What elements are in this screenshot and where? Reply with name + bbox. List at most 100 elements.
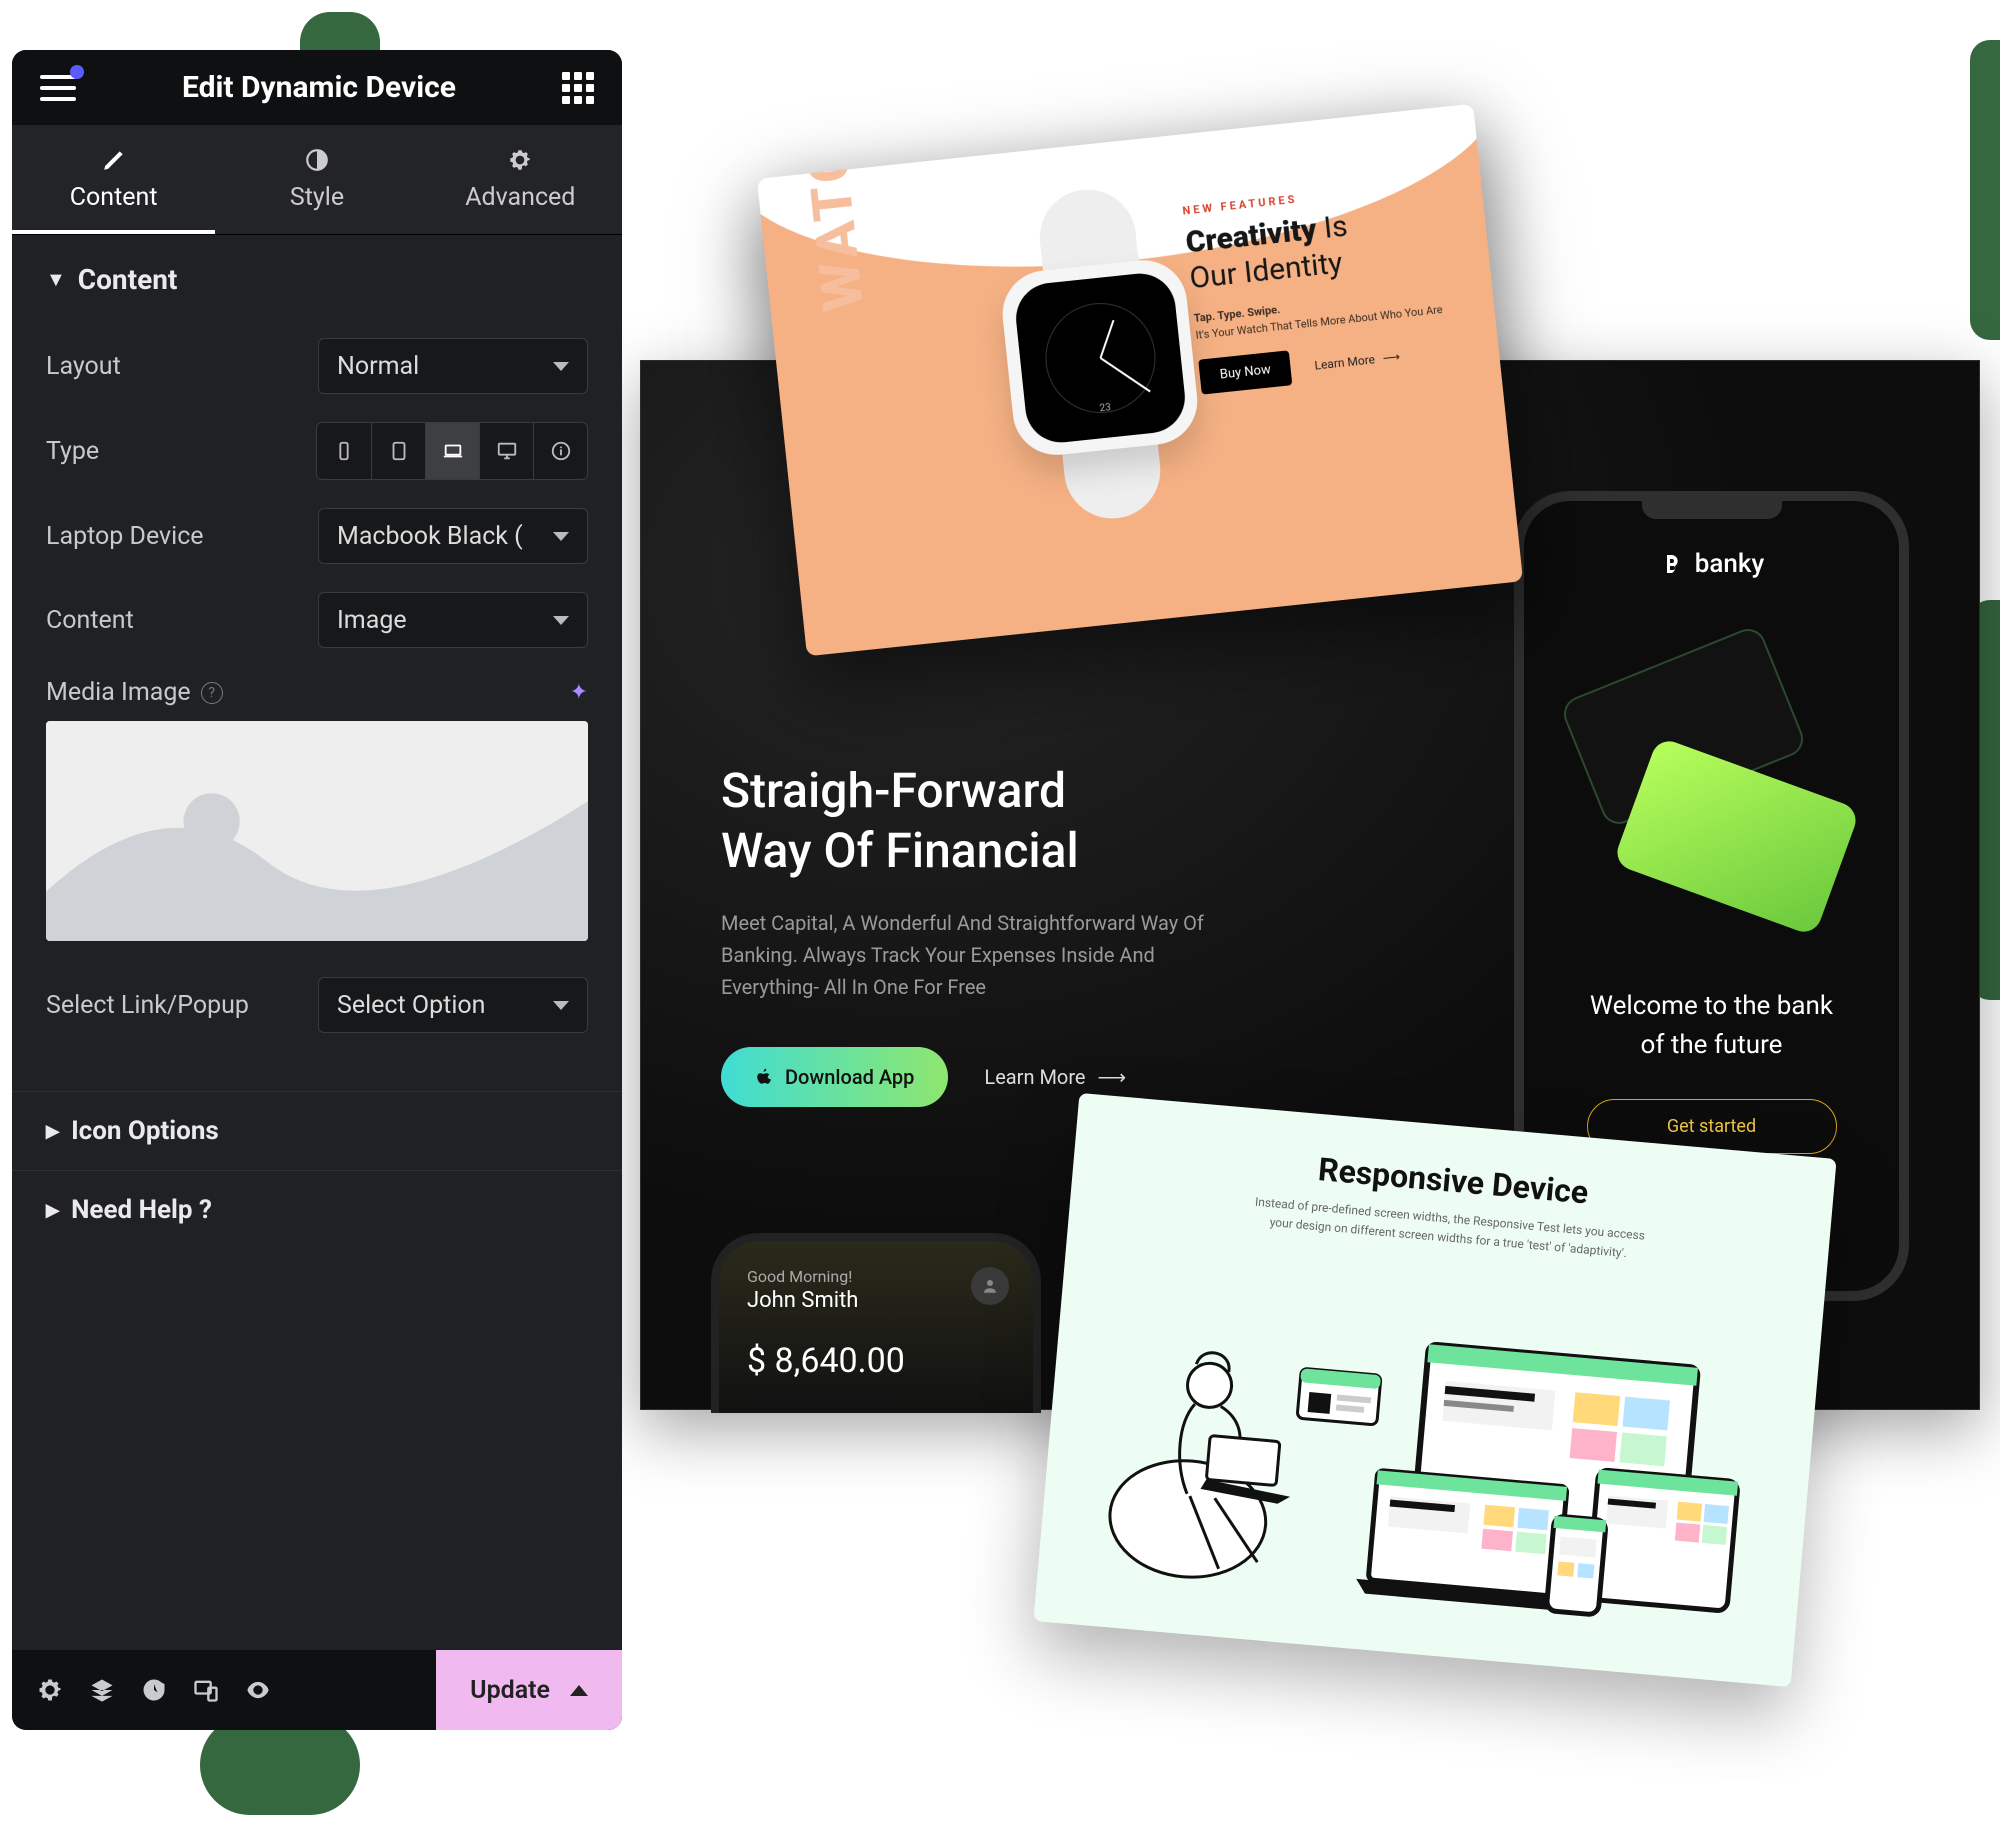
device-type-toggle [316, 422, 588, 480]
learn-more-link[interactable]: Learn More ⟶ [1314, 349, 1401, 372]
phone-notch [1642, 501, 1782, 519]
image-placeholder-icon [46, 721, 588, 941]
card-stack [1524, 619, 1899, 969]
laptop-device-select[interactable]: Macbook Black ( [318, 508, 588, 564]
row-laptop-device: Laptop Device Macbook Black ( [12, 494, 622, 578]
type-info-button[interactable] [533, 423, 587, 479]
tablet-icon [388, 440, 410, 462]
tab-label: Style [290, 183, 344, 212]
section-icon-options-header[interactable]: ▸ Icon Options [12, 1091, 622, 1170]
brand-name: banky [1695, 549, 1764, 579]
history-icon[interactable] [140, 1676, 168, 1704]
link-popup-select[interactable]: Select Option [318, 977, 588, 1033]
apps-grid-icon[interactable] [562, 72, 594, 104]
user-name: John Smith [747, 1288, 1005, 1313]
hero-title: Straigh-Forward Way Of Financial [721, 761, 1221, 881]
help-icon[interactable]: ? [201, 682, 223, 704]
chevron-down-icon [553, 616, 569, 625]
arrow-right-icon: ⟶ [1382, 349, 1401, 365]
chevron-down-icon [553, 362, 569, 371]
section-content-header[interactable]: ▼ Content [12, 235, 622, 324]
button-label: Update [470, 1676, 550, 1705]
row-label: Select Link/Popup [46, 991, 249, 1020]
row-select-link: Select Link/Popup Select Option [12, 963, 622, 1047]
balance-value: $ 8,640.00 [747, 1341, 1005, 1381]
select-value: Macbook Black ( [337, 522, 523, 551]
select-value: Select Option [337, 991, 485, 1020]
type-desktop-button[interactable] [479, 423, 533, 479]
content-select[interactable]: Image [318, 592, 588, 648]
watch-face: 23 [998, 256, 1201, 459]
type-mobile-button[interactable] [317, 423, 371, 479]
info-icon [550, 440, 572, 462]
tab-advanced[interactable]: Advanced [419, 125, 622, 234]
bank-card-green [1612, 736, 1860, 936]
row-type: Type [12, 408, 622, 494]
tabs: Content Style Advanced [12, 125, 622, 235]
update-button[interactable]: Update [436, 1650, 622, 1730]
panel-header: Edit Dynamic Device [12, 50, 622, 125]
preview-responsive-card: Responsive Device Instead of pre-defined… [1033, 1093, 1836, 1687]
hero-subtitle: Meet Capital, A Wonderful And Straightfo… [721, 907, 1221, 1003]
brand: banky [1524, 549, 1899, 579]
responsive-devices-illustration [1087, 1257, 1773, 1643]
decorative-blob [1970, 40, 2000, 340]
hero-section: Straigh-Forward Way Of Financial Meet Ca… [721, 761, 1221, 1107]
preview-phone-small: Good Morning! John Smith $ 8,640.00 [711, 1233, 1041, 1413]
laptop-icon [442, 440, 464, 462]
layout-select[interactable]: Normal [318, 338, 588, 394]
learn-more-link[interactable]: Learn More ⟶ [984, 1065, 1126, 1089]
buy-now-button[interactable]: Buy Now [1198, 350, 1292, 394]
desktop-icon [496, 440, 518, 462]
tab-label: Advanced [465, 183, 575, 212]
type-tablet-button[interactable] [371, 423, 425, 479]
brand-logo-icon [1659, 552, 1683, 576]
row-content: Content Image [12, 578, 622, 662]
notification-dot-icon [70, 65, 84, 79]
section-title: Need Help ? [71, 1195, 212, 1225]
download-app-button[interactable]: Download App [721, 1047, 948, 1107]
preview-eye-icon[interactable] [244, 1676, 272, 1704]
section-help-header[interactable]: ▸ Need Help ? [12, 1170, 622, 1249]
chevron-down-icon [553, 1001, 569, 1010]
contrast-icon [304, 147, 330, 173]
tab-content[interactable]: Content [12, 125, 215, 234]
caret-right-icon: ▸ [46, 1116, 59, 1146]
section-title: Content [78, 263, 178, 296]
preview-watch-card: WATCH 23 NEW FEATURES Creativity Is Our … [757, 104, 1523, 657]
pencil-icon [101, 147, 127, 173]
ai-sparkle-icon[interactable]: ✦ [570, 680, 588, 705]
row-media-image: Media Image ? ✦ [12, 662, 622, 707]
welcome-text: Welcome to the bank of the future [1524, 987, 1899, 1065]
select-value: Normal [337, 352, 419, 381]
row-label: Content [46, 606, 134, 635]
row-layout: Layout Normal [12, 324, 622, 408]
media-image-picker[interactable] [46, 721, 588, 941]
watch-screen: 23 [1012, 270, 1188, 446]
gear-icon [507, 147, 533, 173]
panel-title: Edit Dynamic Device [182, 70, 456, 105]
watch-card-text: NEW FEATURES Creativity Is Our Identity … [1182, 177, 1461, 394]
watch-subtitle: Tap. Type. Swipe. It's Your Watch That T… [1193, 284, 1455, 344]
chevron-down-icon [553, 532, 569, 541]
layers-icon[interactable] [88, 1676, 116, 1704]
settings-icon[interactable] [36, 1676, 64, 1704]
type-laptop-button[interactable] [425, 423, 479, 479]
section-title: Icon Options [71, 1116, 219, 1146]
caret-right-icon: ▸ [46, 1195, 59, 1225]
avatar [971, 1267, 1009, 1305]
mobile-icon [333, 440, 355, 462]
decorative-blob [200, 1715, 360, 1815]
tab-label: Content [70, 183, 158, 212]
row-label: Laptop Device [46, 522, 204, 551]
menu-icon[interactable] [40, 75, 76, 101]
watch-vertical-label: WATCH [789, 104, 877, 314]
row-label: Type [46, 437, 99, 466]
decorative-blob [300, 12, 380, 52]
responsive-icon[interactable] [192, 1676, 220, 1704]
tab-style[interactable]: Style [215, 125, 418, 234]
row-label: Media Image [46, 678, 191, 707]
panel-body: ▼ Content Layout Normal Type Laptop Devi… [12, 235, 622, 1650]
button-label: Download App [785, 1065, 914, 1089]
user-icon [981, 1277, 999, 1295]
